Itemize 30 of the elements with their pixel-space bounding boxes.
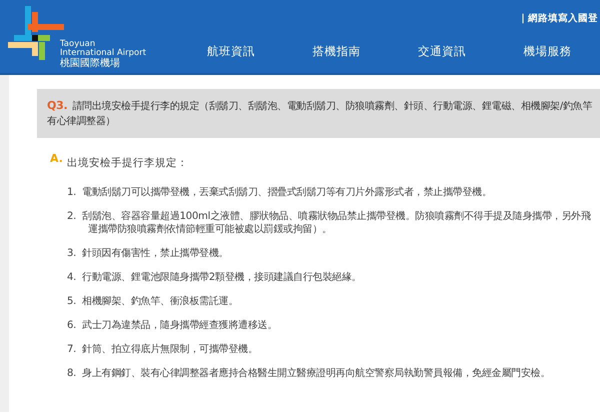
nav-link[interactable]: 航班資訊	[206, 44, 255, 59]
top-link[interactable]: | 網路填寫入國登	[521, 12, 598, 24]
rule-text: 針筒、拍立得底片無限制，可攜帶登機。	[82, 344, 258, 355]
nav-link[interactable]: 搭機指南	[312, 44, 360, 59]
answer-marker: A.	[50, 152, 64, 167]
item-number: 1.	[67, 187, 76, 198]
airport-name: Taoyuan	[60, 40, 96, 49]
rule-text: 刮鬍泡、容器容量超過100ml之液體、膠狀物品、噴霧狀物品禁止攜帶登機。防狼噴霧劑不得手提及隨身攜帶，另外飛	[82, 211, 591, 222]
rule-text: 針頭因有傷害性，禁止攜帶登機。	[82, 248, 228, 259]
rule-text: 武士刀為違禁品，隨身攜帶經查獲將遭移送。	[82, 320, 278, 331]
answer-intro: 出境安檢手提行李規定：	[67, 156, 189, 170]
question-text: 請問出境安檢手提行李的規定（刮鬍刀、刮鬍泡、電動刮鬍刀、防狼噴霧劑、針頭、行動電源、鋰電磁、相機腳架/釣魚竿	[72, 101, 592, 112]
item-number: 3.	[67, 248, 76, 259]
question-text: 有心律調整器）	[47, 116, 116, 127]
rule-text: 行動電源、鋰電池限隨身攜帶2顆登機，接頭建議自行包裝絕緣。	[82, 272, 362, 283]
nav-link[interactable]: 機場服務	[523, 44, 572, 59]
item-number: 5.	[67, 296, 76, 307]
item-number: 4.	[67, 272, 76, 283]
question-number: Q3.	[47, 99, 68, 112]
rule-text: 相機腳架、釣魚竿、衝浪板需託運。	[82, 296, 238, 307]
airport-name: International Airport	[60, 49, 146, 58]
item-number: 8.	[67, 368, 76, 379]
item-number: 6.	[67, 320, 76, 331]
rule-text: 電動刮鬍刀可以攜帶登機，丟棄式刮鬍刀、摺疊式刮鬍刀等有刀片外露形式者，禁止攜帶登機。	[82, 187, 492, 198]
nav-link[interactable]: 交通資訊	[418, 44, 466, 59]
airport-name-chinese: 桃園國際機場	[60, 58, 121, 69]
item-number: 7.	[67, 344, 76, 355]
rule-text: 身上有鋼釘、裝有心律調整器者應持合格醫生開立醫療證明再向航空警察局執勤警員報備，免經金屬門安檢。	[82, 368, 550, 379]
item-number: 2.	[67, 211, 76, 222]
rule-text: 運攜帶防狼噴霧劑依情節輕重可能被處以罰鍰或拘留）。	[88, 224, 332, 235]
